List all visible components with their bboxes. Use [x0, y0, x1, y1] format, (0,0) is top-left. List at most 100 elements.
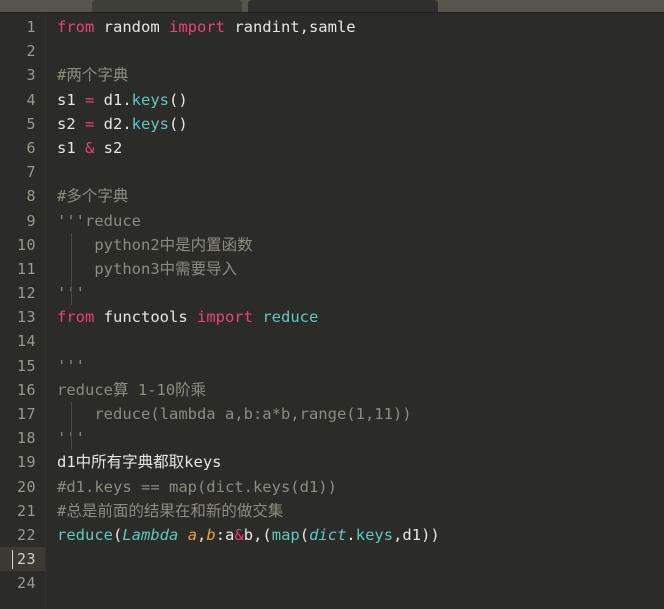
code-line[interactable]: python2中是内置函数	[57, 232, 664, 257]
indent-guide	[71, 281, 72, 306]
code-token-op: &	[234, 525, 244, 544]
code-token-pl: randint,samle	[224, 18, 356, 36]
line-number: 7	[26, 163, 36, 182]
code-token-kw: from	[57, 18, 95, 36]
code-token-pl: ,d1))	[393, 525, 440, 544]
line-number: 13	[16, 308, 36, 327]
code-token-pl: d1中所有字典都取keys	[57, 453, 222, 472]
code-line[interactable]: from functools import reduce	[57, 305, 664, 329]
code-token-pl: (	[299, 525, 310, 544]
line-number: 23	[0, 547, 45, 572]
code-token-fn: reduce	[262, 308, 319, 327]
editor-tabbar	[0, 0, 664, 13]
code-token-pl: s1	[57, 138, 85, 157]
line-number: 21	[16, 501, 36, 520]
code-token-pl: d2.	[94, 114, 132, 133]
code-line[interactable]: reduce(lambda a,b:a*b,range(1,11))	[57, 402, 664, 427]
code-token-str: python3中需要导入	[57, 259, 238, 278]
code-token-pl: ,	[197, 525, 207, 544]
code-line[interactable]: s2 = d2.keys()	[57, 112, 664, 136]
line-number: 2	[26, 42, 36, 61]
line-number: 24	[16, 574, 36, 593]
line-number: 17	[16, 405, 36, 423]
line-number-gutter: 1 2 3 4 5 6 7 8 9 10 11 12 13 14 15 16 17 18 19 20 21 22 23 24	[0, 13, 45, 609]
line-number: 16	[16, 380, 36, 399]
code-line[interactable]	[57, 39, 664, 63]
code-line[interactable]	[57, 547, 664, 571]
code-line[interactable]: s1 = d1.keys()	[57, 88, 664, 112]
code-token-cls: dict	[309, 525, 347, 544]
indent-guide	[71, 426, 72, 451]
code-token-fn: reduce	[57, 525, 113, 544]
code-token-op: =	[85, 114, 95, 133]
code-token-pl: s2	[57, 114, 85, 133]
code-line[interactable]: #两个字典	[57, 63, 664, 87]
indent-guide	[71, 232, 72, 257]
code-line[interactable]: reduce算 1-10阶乘	[57, 378, 664, 402]
code-token-kw: from	[57, 308, 95, 327]
code-token-pl: functools	[94, 308, 197, 327]
code-area[interactable]: from random import randint,samle #两个字典 s1 …	[45, 13, 664, 609]
code-token-pl: (	[113, 525, 123, 544]
code-token-kw: import	[196, 308, 253, 327]
code-token-op: &	[85, 138, 95, 157]
line-number: 9	[26, 211, 36, 230]
code-line[interactable]: #多个字典	[57, 184, 664, 208]
code-line[interactable]: d1中所有字典都取keys	[57, 450, 664, 474]
code-token-fn: keys	[355, 525, 394, 544]
code-line[interactable]: reduce(Lambda a,b:a&b,(map(dict.keys,d1)…	[57, 523, 664, 547]
line-number: 6	[26, 138, 36, 157]
line-number: 19	[16, 453, 36, 472]
line-number: 12	[16, 284, 36, 303]
code-token-pl: random	[94, 18, 169, 36]
code-token-pl: b,(	[243, 525, 272, 544]
code-token-com: #d1.keys == map(dict.keys(d1))	[57, 477, 337, 496]
indent-guide	[71, 256, 72, 282]
code-line[interactable]: python3中需要导入	[57, 256, 664, 282]
line-number: 3	[26, 66, 36, 85]
line-number: 18	[16, 429, 36, 448]
line-number: 8	[26, 187, 36, 206]
code-line[interactable]: from random import randint,samle	[57, 15, 664, 39]
code-line[interactable]: #总是前面的结果在和新的做交集	[57, 499, 664, 523]
line-number: 10	[16, 235, 36, 254]
line-number: 1	[26, 18, 36, 36]
code-token-fn: map	[271, 525, 300, 544]
line-number: 15	[16, 356, 36, 375]
text-caret	[12, 550, 13, 570]
code-line[interactable]: '''	[57, 354, 664, 378]
line-number: 11	[16, 259, 36, 278]
code-token-lam: Lambda	[122, 525, 179, 544]
code-token-com: #多个字典	[57, 187, 129, 206]
line-number: 22	[16, 525, 36, 544]
code-line[interactable]	[57, 571, 664, 595]
code-token-str: reduce算 1-10阶乘	[57, 380, 207, 399]
line-number: 5	[26, 114, 36, 133]
code-token-kw: import	[168, 18, 225, 36]
code-token-pl: s2	[94, 138, 123, 157]
code-token-pl: s1	[57, 90, 85, 109]
code-line[interactable]: '''reduce	[57, 209, 664, 233]
code-token-str: '''	[57, 356, 85, 375]
code-token-param: b	[206, 525, 216, 544]
code-token-fn: keys	[131, 90, 169, 109]
code-token-com: #两个字典	[57, 66, 129, 85]
code-token-param: a	[187, 525, 198, 544]
code-token-str: reduce(lambda a,b:a*b,range(1,11))	[57, 405, 412, 423]
code-line[interactable]	[57, 160, 664, 184]
code-line[interactable]: '''	[57, 281, 664, 306]
code-line[interactable]: '''	[57, 426, 664, 451]
code-token-str: python2中是内置函数	[57, 235, 253, 254]
code-editor[interactable]: 1 2 3 4 5 6 7 8 9 10 11 12 13 14 15 16 17 18 19 20 21 22 23 24 …	[0, 13, 664, 609]
code-line[interactable]: #d1.keys == map(dict.keys(d1))	[57, 475, 664, 499]
code-line[interactable]	[57, 329, 664, 353]
line-number: 20	[16, 477, 36, 496]
code-token-str: '''reduce	[57, 211, 141, 230]
code-line[interactable]: s1 & s2	[57, 136, 664, 160]
code-token-op: =	[85, 90, 95, 109]
code-token-pl: d1.	[94, 90, 132, 109]
code-token-pl: ()	[169, 90, 188, 109]
code-token-com: #总是前面的结果在和新的做交集	[57, 501, 284, 520]
